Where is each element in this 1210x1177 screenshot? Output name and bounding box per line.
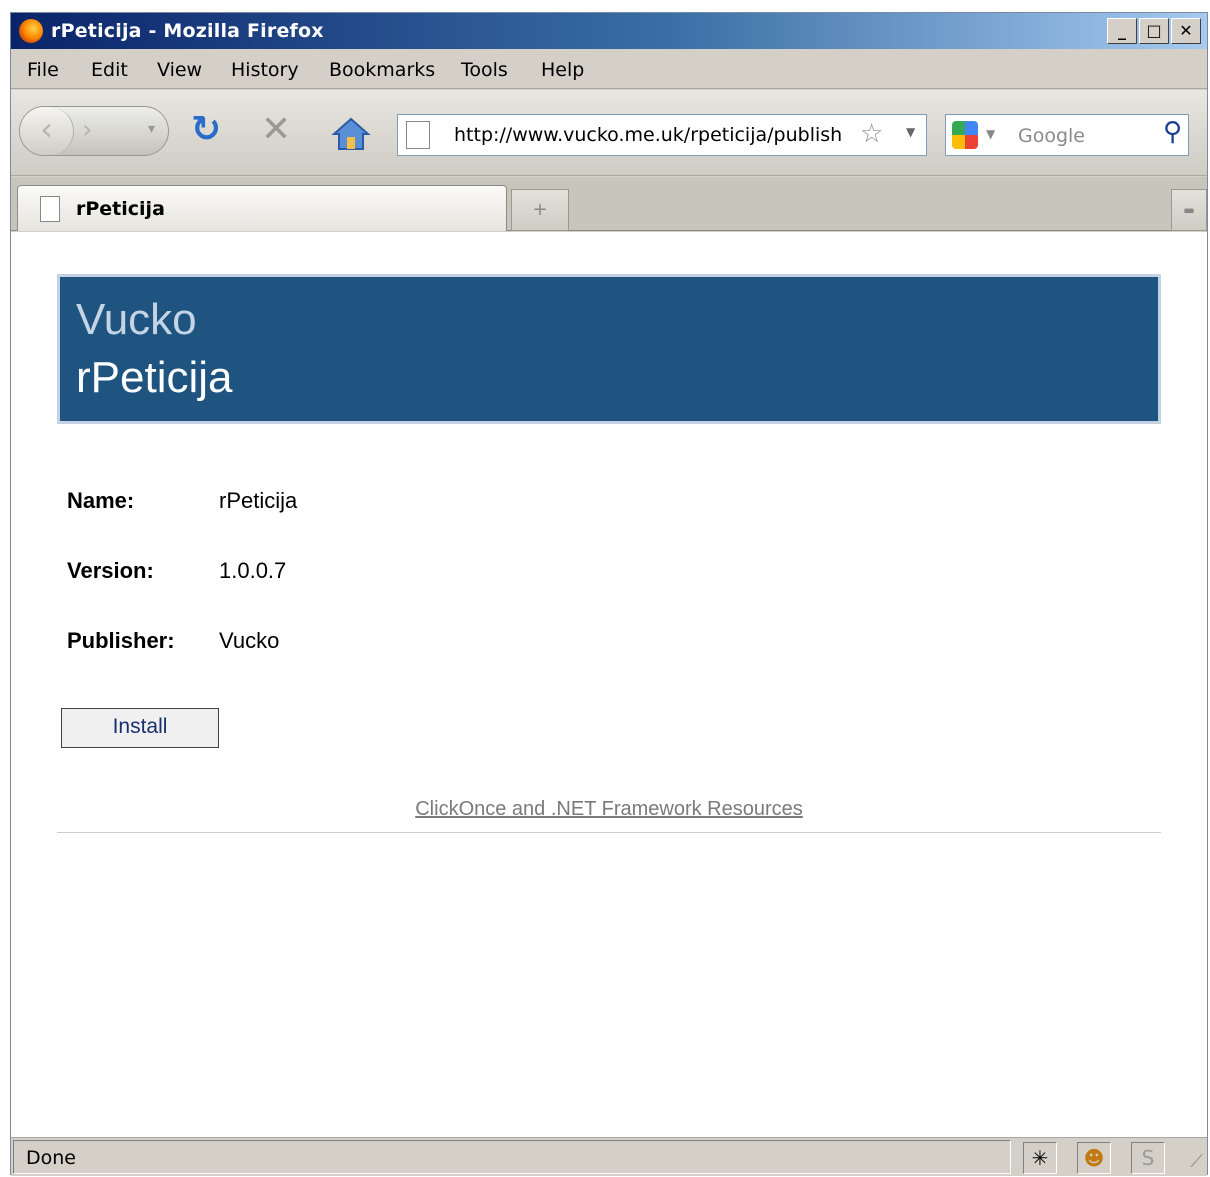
minimize-button[interactable]: _	[1107, 18, 1137, 44]
version-label: Version:	[67, 558, 154, 583]
menu-bar: File Edit View History Bookmarks Tools H…	[11, 49, 1207, 89]
maximize-button[interactable]: □	[1139, 18, 1169, 44]
forward-button[interactable]: ›	[82, 115, 92, 145]
url-dropdown-icon[interactable]: ▼	[906, 125, 915, 139]
history-dropdown-icon[interactable]: ▾	[148, 121, 155, 137]
install-button[interactable]: Install	[61, 708, 219, 748]
url-text[interactable]: http://www.vucko.me.uk/rpeticija/publish	[454, 124, 842, 146]
menu-view[interactable]: View	[157, 59, 202, 81]
banner-publisher: Vucko	[76, 295, 197, 344]
navigation-toolbar: ‹ › ▾ ↻ ✕ http://www.vucko.me.uk/rpetici…	[11, 90, 1207, 176]
browser-window: rPeticija - Mozilla Firefox _ □ ✕ File E…	[10, 12, 1208, 1176]
engine-dropdown-icon[interactable]: ▼	[986, 127, 995, 141]
version-value: 1.0.0.7	[219, 558, 287, 583]
status-bar: Done ✳ ☻ S ⟋	[11, 1137, 1207, 1176]
new-tab-button[interactable]: +	[511, 189, 569, 231]
menu-tools[interactable]: Tools	[461, 59, 508, 81]
back-button[interactable]: ‹	[20, 107, 74, 155]
search-bar[interactable]: ▼ Google ⚲	[945, 114, 1189, 156]
address-bar[interactable]: http://www.vucko.me.uk/rpeticija/publish…	[397, 114, 927, 156]
window-title: rPeticija - Mozilla Firefox	[51, 20, 324, 42]
home-icon	[331, 117, 371, 150]
header-banner: Vucko rPeticija	[57, 274, 1161, 424]
publisher-label: Publisher:	[67, 628, 175, 653]
publisher-value: Vucko	[219, 628, 280, 653]
menu-edit[interactable]: Edit	[91, 59, 128, 81]
close-button[interactable]: ✕	[1171, 18, 1201, 44]
tab-list-button[interactable]: ▬	[1171, 189, 1207, 231]
status-text: Done	[13, 1140, 1011, 1174]
greasemonkey-icon[interactable]: ☻	[1077, 1142, 1111, 1174]
name-value: rPeticija	[219, 488, 298, 513]
home-button[interactable]	[331, 116, 371, 152]
search-icon[interactable]: ⚲	[1163, 117, 1182, 147]
menu-file[interactable]: File	[27, 59, 59, 81]
stylish-icon[interactable]: S	[1131, 1142, 1165, 1174]
stop-button[interactable]: ✕	[261, 110, 291, 150]
firefox-icon	[19, 19, 43, 43]
back-forward-group: ‹ › ▾	[19, 106, 169, 156]
bookmark-star-icon[interactable]: ☆	[860, 119, 883, 149]
bug-icon[interactable]: ✳	[1023, 1142, 1057, 1174]
document-icon	[40, 196, 60, 222]
page-icon	[406, 121, 430, 149]
menu-bookmarks[interactable]: Bookmarks	[329, 59, 435, 81]
resources-link[interactable]: ClickOnce and .NET Framework Resources	[11, 798, 1207, 821]
name-label: Name:	[67, 488, 135, 513]
google-icon[interactable]	[952, 121, 978, 149]
menu-help[interactable]: Help	[541, 59, 584, 81]
banner-app-name: rPeticija	[76, 353, 233, 402]
menu-history[interactable]: History	[231, 59, 299, 81]
title-bar[interactable]: rPeticija - Mozilla Firefox _ □ ✕	[11, 13, 1207, 49]
tab-rpeticija[interactable]: rPeticija	[17, 185, 507, 231]
tab-label: rPeticija	[76, 198, 165, 220]
search-placeholder[interactable]: Google	[1018, 125, 1085, 147]
tab-strip: rPeticija + ▬	[11, 177, 1207, 231]
reload-button[interactable]: ↻	[191, 110, 221, 150]
divider	[57, 832, 1161, 833]
page-content: Vucko rPeticija Name: rPeticija Version:…	[11, 232, 1207, 1137]
resize-grip-icon[interactable]: ⟋	[1190, 1151, 1203, 1172]
